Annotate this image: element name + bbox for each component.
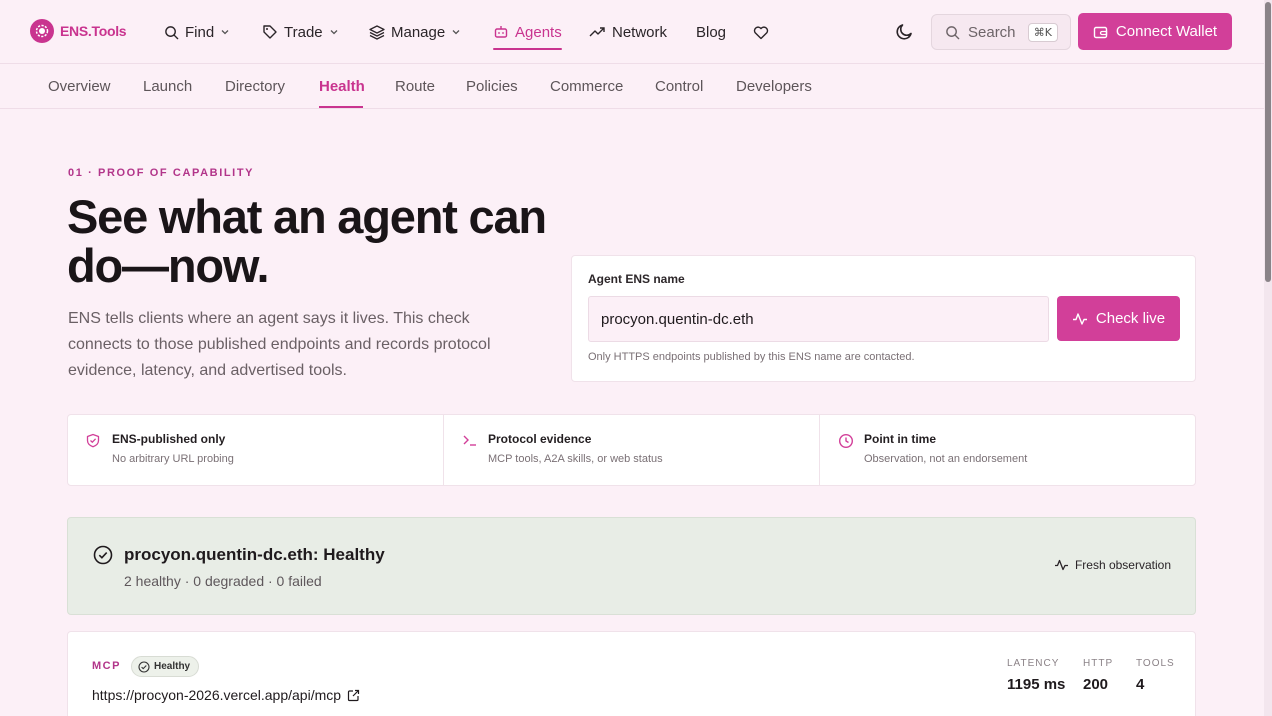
search-label: Search [968, 23, 1016, 41]
tab-control[interactable]: Control [655, 78, 703, 95]
feature-subtitle: No arbitrary URL probing [112, 453, 234, 465]
metric-label: LATENCY [1007, 658, 1060, 669]
nav-manage[interactable]: Manage [369, 20, 461, 44]
page-scrollbar[interactable] [1264, 0, 1272, 716]
bot-icon [494, 26, 508, 38]
status-summary: 2 healthy · 0 degraded · 0 failed [124, 573, 322, 589]
check-circle-icon [138, 660, 150, 673]
endpoint-protocol: MCP [92, 660, 121, 672]
tag-icon [263, 25, 277, 39]
page-description: ENS tells clients where an agent says it… [68, 310, 491, 379]
nav-agents[interactable]: Agents [493, 20, 562, 44]
chevron-down-icon [330, 30, 338, 35]
scrollbar-thumb[interactable] [1265, 2, 1271, 282]
logo-icon [30, 19, 54, 43]
section-eyebrow: 01 · PROOF OF CAPABILITY [68, 167, 255, 179]
favorites-button[interactable] [753, 20, 769, 44]
nav-blog[interactable]: Blog [696, 20, 726, 44]
metric-value: 4 [1136, 676, 1145, 693]
feature-ens-published: ENS-published only No arbitrary URL prob… [68, 415, 444, 485]
tab-route[interactable]: Route [395, 78, 435, 95]
clock-icon [838, 433, 854, 454]
nav-find-label: Find [185, 23, 215, 41]
nav-network[interactable]: Network [589, 20, 667, 44]
trending-up-icon [589, 27, 605, 37]
terminal-icon [462, 433, 478, 452]
feature-strip: ENS-published only No arbitrary URL prob… [67, 414, 1196, 486]
heart-icon [753, 25, 769, 39]
tab-developers[interactable]: Developers [736, 78, 812, 95]
health-check-form: Agent ENS name Check live Only HTTPS end… [571, 255, 1196, 382]
nav-trade-label: Trade [284, 23, 323, 41]
nav-agents-label: Agents [515, 23, 562, 41]
tab-commerce[interactable]: Commerce [550, 78, 623, 95]
status-title: procyon.quentin-dc.eth: Healthy [124, 545, 385, 564]
check-live-label: Check live [1095, 310, 1166, 327]
tab-directory[interactable]: Directory [225, 78, 285, 95]
brand-name: ENS.Tools [60, 23, 127, 39]
endpoint-status-badge: Healthy [131, 656, 200, 677]
top-navigation: ENS.Tools Find Trade Manage Agents Netwo… [0, 0, 1264, 64]
moon-icon [896, 24, 912, 40]
feature-protocol-evidence: Protocol evidence MCP tools, A2A skills,… [444, 415, 820, 485]
tab-overview[interactable]: Overview [48, 78, 111, 95]
endpoint-card: MCP Healthy https://procyon-2026.vercel.… [67, 631, 1196, 716]
ens-name-label: Agent ENS name [588, 272, 685, 286]
search-icon [946, 25, 960, 39]
tab-launch[interactable]: Launch [143, 78, 192, 95]
activity-icon [1054, 559, 1068, 571]
search-button[interactable]: Search ⌘K [931, 14, 1071, 50]
connect-wallet-label: Connect Wallet [1115, 23, 1218, 40]
nav-network-label: Network [612, 23, 668, 41]
feature-point-in-time: Point in time Observation, not an endors… [820, 415, 1195, 485]
wallet-icon [1093, 26, 1108, 38]
fresh-observation-badge: Fresh observation [1054, 558, 1171, 572]
layers-icon [369, 25, 385, 40]
endpoint-url: https://procyon-2026.vercel.app/api/mcp [92, 687, 342, 703]
check-circle-icon [93, 545, 113, 570]
fresh-observation-label: Fresh observation [1074, 558, 1171, 572]
tab-health[interactable]: Health [319, 78, 365, 95]
check-live-button[interactable]: Check live [1057, 296, 1180, 341]
metric-label: HTTP [1083, 658, 1114, 669]
metric-tools: TOOLS 4 [1136, 658, 1175, 693]
active-tab-indicator [319, 106, 363, 108]
activity-icon [1072, 312, 1087, 325]
metric-latency: LATENCY 1195 ms [1007, 658, 1065, 693]
health-status-banner: procyon.quentin-dc.eth: Healthy 2 health… [67, 517, 1196, 615]
brand-logo[interactable]: ENS.Tools [30, 19, 127, 43]
feature-subtitle: MCP tools, A2A skills, or web status [488, 453, 663, 465]
ens-name-input[interactable] [588, 296, 1049, 342]
metric-http: HTTP 200 [1083, 658, 1113, 693]
feature-title: Point in time [864, 432, 936, 446]
external-link-icon [347, 689, 360, 701]
endpoint-status-label: Healthy [154, 661, 191, 672]
metric-value: 1195 ms [1007, 676, 1066, 693]
endpoint-url-link[interactable]: https://procyon-2026.vercel.app/api/mcp [92, 687, 360, 703]
search-icon [165, 25, 179, 39]
connect-wallet-button[interactable]: Connect Wallet [1078, 13, 1232, 50]
chevron-down-icon [452, 30, 460, 35]
chevron-down-icon [221, 30, 229, 35]
feature-subtitle: Observation, not an endorsement [864, 453, 1028, 465]
shield-check-icon [86, 433, 100, 453]
feature-title: Protocol evidence [488, 432, 592, 446]
active-nav-indicator [493, 48, 562, 50]
theme-toggle-button[interactable] [895, 21, 915, 46]
nav-manage-label: Manage [391, 23, 446, 41]
metric-label: TOOLS [1136, 658, 1175, 669]
nav-trade[interactable]: Trade [262, 20, 339, 44]
agents-subnav: Overview Launch Directory Health Route P… [0, 64, 1264, 109]
search-shortcut: ⌘K [1027, 23, 1058, 42]
check-hint: Only HTTPS endpoints published by this E… [588, 351, 915, 363]
metric-value: 200 [1083, 676, 1109, 693]
nav-find[interactable]: Find [164, 20, 230, 44]
page-title: See what an agent can do—now. [67, 190, 547, 292]
nav-blog-label: Blog [696, 23, 727, 41]
feature-title: ENS-published only [112, 432, 226, 446]
tab-policies[interactable]: Policies [466, 78, 518, 95]
